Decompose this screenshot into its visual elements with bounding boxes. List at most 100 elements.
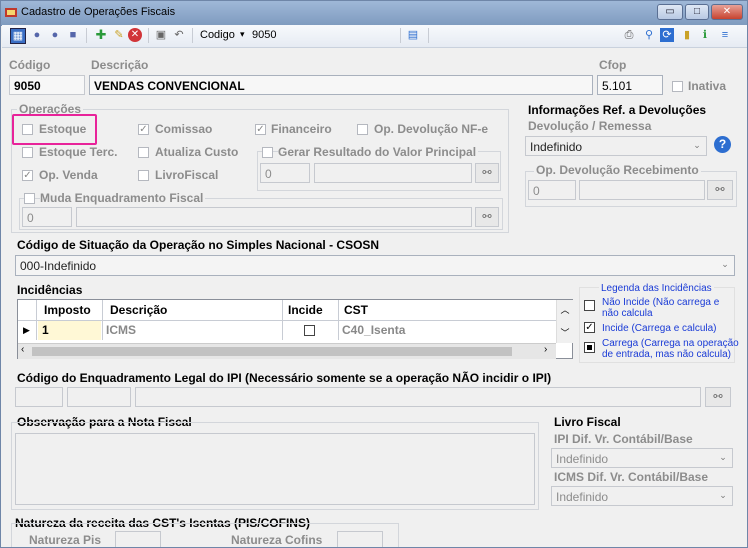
codigo-field[interactable]: 9050 <box>9 75 85 95</box>
inativa-checkbox[interactable] <box>672 81 683 92</box>
ipi-code-field[interactable] <box>15 387 63 407</box>
financeiro-checkbox[interactable]: ✓ <box>255 124 266 135</box>
grid-view-icon[interactable]: ▦ <box>10 28 26 44</box>
comissao-checkbox[interactable]: ✓ <box>138 124 149 135</box>
chevron-down-icon[interactable]: ⌄ <box>715 490 731 501</box>
ipi-desc-field[interactable] <box>135 387 701 407</box>
refresh-icon[interactable]: ⟳ <box>660 28 674 42</box>
report-icon[interactable]: ▮ <box>680 28 694 42</box>
devolucao-remessa-label: Devolução / Remessa <box>528 119 652 133</box>
add-icon[interactable]: ✚ <box>94 28 108 42</box>
legend-item-incide: Incide (Carrega e calcula) <box>602 323 717 334</box>
binoculars-icon[interactable]: ⚯ <box>705 387 731 407</box>
cfop-field[interactable]: 5.101 <box>597 75 663 95</box>
chevron-up-icon[interactable]: ︿ <box>557 303 573 316</box>
close-button[interactable]: ✕ <box>711 4 743 20</box>
muda-enquadramento-desc-field[interactable] <box>76 207 472 227</box>
filter-icon[interactable]: ⚲ <box>642 28 656 42</box>
devolucao-remessa-select[interactable]: Indefinido <box>525 136 707 156</box>
minimize-button[interactable]: ▭ <box>657 4 683 20</box>
vertical-scrollbar[interactable]: ︿ ﹀ <box>556 300 573 343</box>
first-record-icon[interactable]: ● <box>30 28 44 42</box>
chevron-down-icon[interactable]: ﹀ <box>557 326 573 339</box>
natureza-pis-field[interactable] <box>115 531 161 547</box>
gerar-resultado-code-field[interactable]: 0 <box>260 163 310 183</box>
op-devolucao-recebimento-desc-field[interactable] <box>579 180 705 200</box>
incide-checkbox[interactable] <box>304 325 315 336</box>
search-go-icon[interactable]: ▤ <box>406 28 420 42</box>
search-value[interactable]: 9050 <box>252 29 276 41</box>
livro-fiscal-checkbox[interactable] <box>138 170 149 181</box>
save-icon[interactable]: ▣ <box>154 28 168 42</box>
horizontal-scrollbar[interactable]: ‹ › <box>18 343 556 359</box>
muda-enquadramento-code-field[interactable]: 0 <box>22 207 72 227</box>
binoculars-icon[interactable]: ⚯ <box>707 180 733 200</box>
maximize-button[interactable]: □ <box>685 4 709 20</box>
print-icon[interactable]: ⎙ <box>622 28 636 42</box>
search-field-label[interactable]: Codigo <box>200 29 235 41</box>
chevron-left-icon[interactable]: ‹ <box>21 344 24 355</box>
ipi-dif-select[interactable]: Indefinido <box>551 448 733 468</box>
estoque-terc-checkbox[interactable] <box>22 147 33 158</box>
op-venda-label: Op. Venda <box>39 168 98 182</box>
ipi-dif-label: IPI Dif. Vr. Contábil/Base <box>554 432 693 446</box>
row-indicator-icon: ▶ <box>23 325 30 335</box>
chevron-down-icon[interactable]: ⌄ <box>715 452 731 463</box>
chevron-down-icon[interactable]: ▾ <box>240 29 245 40</box>
chevron-down-icon[interactable]: ⌄ <box>717 259 733 270</box>
legend-carrega-box <box>584 342 595 353</box>
help-icon[interactable]: ? <box>714 136 731 153</box>
observacao-textarea[interactable] <box>15 433 535 505</box>
next-record-icon[interactable]: ■ <box>66 28 80 42</box>
incidencias-grid: Imposto Descrição Incide CST ▶ 1 ICMS C4… <box>17 299 573 359</box>
legend-item-carrega: Carrega (Carrega na operação de entrada, … <box>602 338 739 360</box>
cfop-label: Cfop <box>599 58 627 72</box>
financeiro-label: Financeiro <box>271 122 332 136</box>
imposto-cell[interactable]: 1 <box>38 321 101 340</box>
chevron-right-icon[interactable]: › <box>544 344 547 355</box>
descricao-cell[interactable]: ICMS <box>106 321 136 340</box>
op-devolucao-nfe-label: Op. Devolução NF-e <box>374 122 489 136</box>
op-venda-checkbox[interactable]: ✓ <box>22 170 33 181</box>
atualiza-custo-checkbox[interactable] <box>138 147 149 158</box>
ipi-subcode-field[interactable] <box>67 387 131 407</box>
inativa-label: Inativa <box>688 79 727 93</box>
column-header[interactable]: Imposto <box>44 300 91 320</box>
descricao-field[interactable]: VENDAS CONVENCIONAL <box>89 75 593 95</box>
legend-nao-incide-box <box>584 300 595 311</box>
menu-icon[interactable]: ≡ <box>718 28 732 42</box>
info-icon[interactable]: ℹ <box>698 28 712 42</box>
main-window: Cadastro de Operações Fiscais ▭ □ ✕ ▦ ● … <box>0 0 748 548</box>
ipi-title: Código do Enquadramento Legal do IPI (Ne… <box>17 371 552 385</box>
natureza-pis-label: Natureza Pis <box>29 533 102 547</box>
scroll-thumb[interactable] <box>32 347 512 356</box>
muda-enquadramento-checkbox[interactable] <box>24 193 35 204</box>
chevron-down-icon[interactable]: ⌄ <box>689 140 705 151</box>
estoque-highlight <box>12 114 97 145</box>
binoculars-icon[interactable]: ⚯ <box>475 207 499 227</box>
comissao-label: Comissao <box>155 122 213 136</box>
binoculars-icon[interactable]: ⚯ <box>475 163 499 183</box>
legend-text: Carrega (Carrega na operação <box>602 338 739 349</box>
op-devolucao-recebimento-code-field[interactable]: 0 <box>528 180 576 200</box>
undo-icon[interactable]: ↶ <box>172 28 186 42</box>
legend-text: de entrada, mas não calcula) <box>602 349 731 360</box>
legend-incide-box: ✓ <box>584 322 595 333</box>
op-devolucao-nfe-checkbox[interactable] <box>357 124 368 135</box>
window-title: Cadastro de Operações Fiscais <box>21 6 176 18</box>
icms-dif-select[interactable]: Indefinido <box>551 486 733 506</box>
estoque-terc-label: Estoque Terc. <box>39 145 118 159</box>
natureza-cofins-field[interactable] <box>337 531 383 547</box>
gerar-resultado-desc-field[interactable] <box>314 163 472 183</box>
title-bar: Cadastro de Operações Fiscais ▭ □ ✕ <box>1 1 747 26</box>
gerar-resultado-checkbox[interactable] <box>262 147 273 158</box>
previous-record-icon[interactable]: ● <box>48 28 62 42</box>
column-header[interactable]: Descrição <box>110 300 167 320</box>
column-header[interactable]: CST <box>344 300 368 320</box>
edit-icon[interactable]: ✎ <box>112 28 126 42</box>
column-header[interactable]: Incide <box>288 300 323 320</box>
cst-cell[interactable]: C40_Isenta <box>342 321 405 340</box>
codigo-label: Código <box>9 58 51 72</box>
csosn-select[interactable]: 000-Indefinido <box>15 255 735 276</box>
delete-icon[interactable]: ✕ <box>128 28 142 42</box>
